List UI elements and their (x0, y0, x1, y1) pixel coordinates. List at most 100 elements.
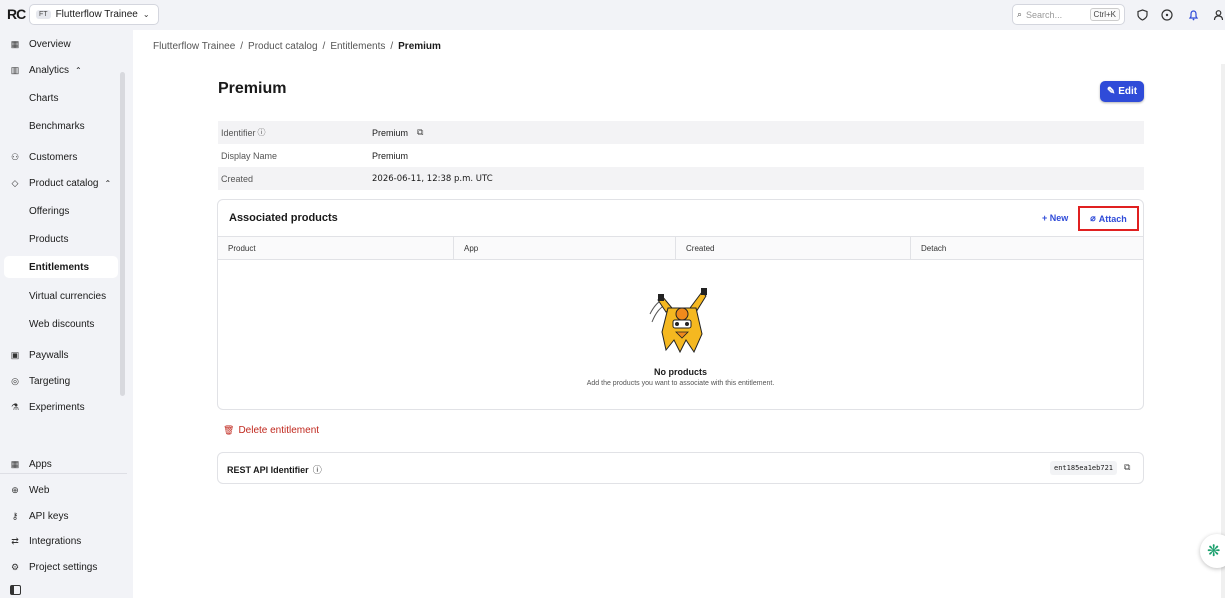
info-icon[interactable]: ⓘ (258, 127, 266, 138)
sidebar-item-products[interactable]: Products (4, 228, 118, 250)
sidebar-item-entitlements[interactable]: Entitlements (4, 256, 118, 278)
account-icon[interactable] (1211, 8, 1225, 22)
shield-icon[interactable] (1135, 8, 1149, 22)
target-icon: ◎ (11, 375, 19, 386)
sidebar-item-customers[interactable]: ⚇ Customers (4, 146, 118, 168)
column-header[interactable]: Product (218, 237, 454, 259)
bar-chart-icon: ▥ (10, 64, 20, 75)
column-header[interactable]: Detach (911, 237, 1143, 259)
key-icon: ⚷ (11, 510, 19, 521)
main-scrollbar[interactable] (1221, 64, 1225, 598)
breadcrumb-separator: / (240, 41, 244, 52)
collapse-sidebar-icon[interactable] (10, 585, 21, 595)
notifications-icon[interactable] (1186, 8, 1200, 22)
delete-label: Delete entitlement (238, 425, 320, 436)
sidebar-item-experiments[interactable]: ⚗ Experiments (4, 396, 118, 418)
sidebar-item-web[interactable]: ⊕ Web (4, 479, 118, 501)
edit-button-label: Edit (1118, 86, 1138, 97)
sidebar-item-label: Targeting (29, 375, 71, 387)
new-product-button[interactable]: + New (1042, 213, 1068, 223)
settings-icon: ⚙ (10, 561, 20, 572)
sidebar-item-product-catalog[interactable]: ◇ Product catalog ⌃ (4, 172, 118, 194)
chevron-up-icon: ⌃ (75, 65, 82, 75)
detail-value: Premium ⧉ (372, 127, 423, 138)
rest-api-identifier-card: REST API Identifier ⓘ ent185ea1eb721 ⧉ (217, 452, 1144, 484)
sidebar-item-charts[interactable]: Charts (4, 87, 118, 109)
copy-icon[interactable]: ⧉ (417, 127, 423, 138)
sidebar-item-targeting[interactable]: ◎ Targeting (4, 370, 118, 392)
delete-entitlement-button[interactable]: 🗑 Delete entitlement (223, 425, 319, 436)
sidebar-item-project-settings[interactable]: ⚙ Project settings (4, 556, 118, 578)
grid-icon: ▦ (10, 38, 20, 49)
api-identifier-value: ent185ea1eb721 (1050, 461, 1118, 475)
sidebar-item-label: Overview (29, 38, 71, 50)
products-table-header: Product App Created Detach (218, 236, 1143, 260)
entitlement-details: Identifier ⓘ Premium ⧉ Display Name Prem… (218, 121, 1144, 190)
sidebar-item-label: Products (29, 233, 69, 245)
sidebar-item-label: Product catalog (29, 177, 99, 189)
breadcrumb-link[interactable]: Product catalog (248, 41, 318, 52)
breadcrumb-link[interactable]: Flutterflow Trainee (153, 41, 235, 52)
sidebar-item-analytics[interactable]: ▥ Analytics ⌃ (4, 59, 118, 81)
sidebar-item-label: Experiments (29, 401, 85, 413)
paywall-icon: ▣ (10, 349, 20, 360)
sidebar-item-label: Paywalls (29, 349, 69, 361)
breadcrumb-link[interactable]: Entitlements (330, 41, 385, 52)
user-icon: ⚇ (10, 151, 20, 162)
associated-products-card: Associated products + New ⌀ Attach Produ… (217, 199, 1144, 410)
sidebar-item-label: Customers (29, 151, 78, 163)
project-switcher[interactable]: FT Flutterflow Trainee ⌄ (29, 4, 159, 25)
column-header[interactable]: App (454, 237, 676, 259)
detail-row-created: Created 2026-06-11, 12:38 p.m. UTC (218, 167, 1144, 190)
globe-icon: ⊕ (11, 484, 19, 495)
flask-icon: ⚗ (10, 401, 20, 412)
detail-value-text: Premium (372, 127, 409, 138)
attach-label: Attach (1098, 213, 1127, 224)
breadcrumb-separator: / (390, 41, 394, 52)
empty-state-subtitle: Add the products you want to associate w… (586, 380, 775, 387)
help-icon[interactable] (1160, 8, 1174, 22)
breadcrumb-current: Premium (398, 41, 441, 52)
project-name: Flutterflow Trainee (55, 9, 138, 20)
sidebar-item-label: Web (29, 484, 50, 496)
detail-key-label: Identifier (221, 127, 256, 138)
sidebar-item-paywalls[interactable]: ▣ Paywalls (4, 344, 118, 366)
edit-button[interactable]: ✎ Edit (1100, 81, 1144, 102)
sidebar-item-api-keys[interactable]: ⚷ API keys (4, 505, 118, 527)
integrations-icon: ⇄ (11, 535, 19, 546)
sidebar-item-label: Web discounts (29, 318, 95, 330)
project-badge: FT (36, 10, 51, 19)
sidebar-item-label: Virtual currencies (29, 290, 107, 302)
column-header[interactable]: Created (676, 237, 911, 259)
main-content: Flutterflow Trainee / Product catalog / … (133, 30, 1225, 598)
sidebar-item-virtual-currencies[interactable]: Virtual currencies (4, 285, 118, 307)
assistant-icon: ❋ (1207, 543, 1221, 560)
sidebar-item-label: Analytics (29, 64, 70, 76)
copy-icon[interactable]: ⧉ (1124, 462, 1130, 473)
sidebar-item-label: Integrations (29, 535, 82, 547)
detail-key: Created (221, 173, 254, 184)
tag-icon: ◇ (11, 177, 19, 188)
sidebar-item-benchmarks[interactable]: Benchmarks (4, 115, 118, 137)
sidebar-scrollbar[interactable] (120, 72, 125, 396)
detail-key: Display Name (221, 150, 278, 161)
sidebar-item-web-discounts[interactable]: Web discounts (4, 313, 118, 335)
empty-state-mascot-illustration (646, 282, 718, 356)
revenuecat-logo[interactable]: RC (7, 6, 26, 22)
detail-row-identifier: Identifier ⓘ Premium ⧉ (218, 121, 1144, 144)
attach-button[interactable]: ⌀ Attach (1078, 206, 1139, 231)
api-title: REST API Identifier ⓘ (227, 463, 322, 476)
chevron-down-icon: ⌄ (142, 10, 150, 19)
sidebar-item-label: Apps (29, 458, 52, 470)
detail-value: 2026-06-11, 12:38 p.m. UTC (372, 173, 493, 184)
apps-icon: ▦ (10, 458, 20, 469)
search-input[interactable]: ⌕ Search... Ctrl+K (1012, 4, 1125, 25)
sidebar-item-label: API keys (29, 510, 69, 522)
sidebar-item-apps[interactable]: ▦ Apps (4, 453, 118, 475)
detail-key: Identifier ⓘ (218, 127, 372, 138)
info-icon[interactable]: ⓘ (313, 463, 322, 476)
sidebar-item-offerings[interactable]: Offerings (4, 200, 118, 222)
api-title-label: REST API Identifier (227, 464, 309, 475)
sidebar-item-integrations[interactable]: ⇄ Integrations (4, 530, 118, 552)
sidebar-item-overview[interactable]: ▦ Overview (4, 33, 118, 55)
